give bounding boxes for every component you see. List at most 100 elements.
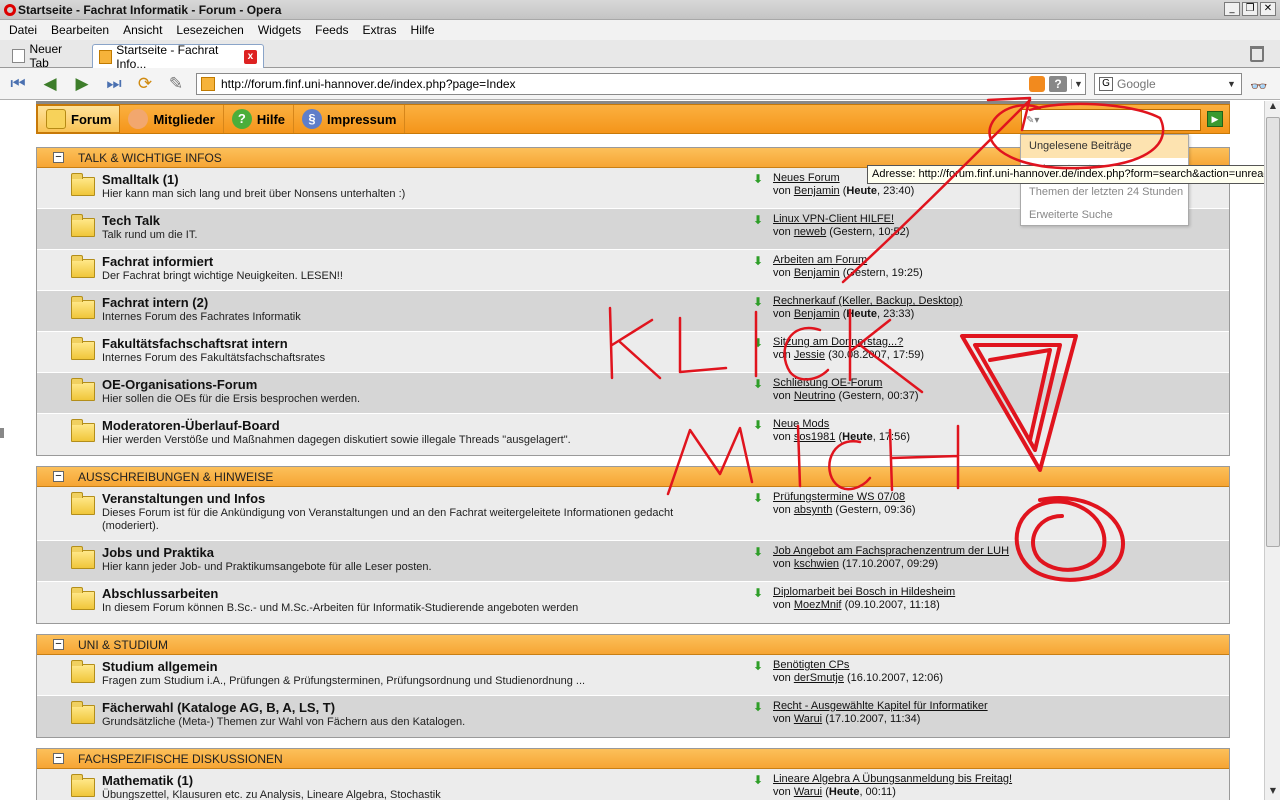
menu-ansicht[interactable]: Ansicht — [116, 23, 169, 37]
goto-last-post-icon[interactable]: ⬇ — [753, 255, 765, 267]
url-input[interactable] — [221, 77, 1029, 91]
last-post-link[interactable]: Recht - Ausgewählte Kapitel für Informat… — [773, 700, 988, 712]
author-link[interactable]: Warui — [794, 786, 822, 798]
minimize-button[interactable]: _ — [1224, 2, 1240, 16]
forum-search-input[interactable]: ✎▾ — [1021, 109, 1201, 131]
goto-last-post-icon[interactable]: ⬇ — [753, 546, 765, 558]
goto-last-post-icon[interactable]: ⬇ — [753, 492, 765, 504]
edit-icon[interactable]: ✎ — [166, 74, 186, 94]
menu-feeds[interactable]: Feeds — [308, 23, 355, 37]
menu-lesezeichen[interactable]: Lesezeichen — [169, 23, 250, 37]
nav-hilfe[interactable]: ? Hilfe — [224, 105, 295, 133]
rss-feed-icon[interactable] — [1029, 76, 1045, 92]
last-post-link[interactable]: Lineare Algebra A Übungsanmeldung bis Fr… — [773, 773, 1012, 785]
goto-last-post-icon[interactable]: ⬇ — [753, 337, 765, 349]
goto-last-post-icon[interactable]: ⬇ — [753, 774, 765, 786]
collapse-toggle-icon[interactable]: − — [53, 471, 64, 482]
author-link[interactable]: derSmutje — [794, 672, 844, 684]
dropdown-advanced-search[interactable]: Erweiterte Suche — [1021, 204, 1188, 227]
menu-widgets[interactable]: Widgets — [251, 23, 308, 37]
board-name-link[interactable]: Smalltalk (1) — [102, 172, 179, 187]
collapse-toggle-icon[interactable]: − — [53, 639, 64, 650]
author-link[interactable]: Benjamin — [794, 308, 840, 320]
board-name-link[interactable]: Fakultätsfachschaftsrat intern — [102, 336, 288, 351]
goto-last-post-icon[interactable]: ⬇ — [753, 296, 765, 308]
board-name-link[interactable]: Moderatoren-Überlauf-Board — [102, 418, 280, 433]
scroll-up-icon[interactable]: ▲ — [1265, 101, 1280, 115]
last-post-link[interactable]: Neue Mods — [773, 418, 829, 430]
close-tab-icon[interactable]: x — [243, 49, 257, 64]
back-icon[interactable]: ◀ — [40, 74, 60, 94]
nav-impressum[interactable]: § Impressum — [294, 105, 406, 133]
category-title[interactable]: UNI & STUDIUM — [78, 638, 168, 652]
last-post-link[interactable]: Linux VPN-Client HILFE! — [773, 213, 894, 225]
menu-bearbeiten[interactable]: Bearbeiten — [44, 23, 116, 37]
collapse-toggle-icon[interactable]: − — [53, 753, 64, 764]
category-title[interactable]: FACHSPEZIFISCHE DISKUSSIONEN — [78, 752, 283, 766]
category-title[interactable]: AUSSCHREIBUNGEN & HINWEISE — [78, 470, 273, 484]
search-input[interactable] — [1117, 77, 1227, 91]
last-post-link[interactable]: Rechnerkauf (Keller, Backup, Desktop) — [773, 295, 963, 307]
fast-forward-icon[interactable]: ⏭ — [104, 74, 124, 94]
menu-hilfe[interactable]: Hilfe — [404, 23, 442, 37]
vertical-scrollbar[interactable]: ▲ ▼ — [1264, 101, 1280, 800]
last-post-link[interactable]: Diplomarbeit bei Bosch in Hildesheim — [773, 586, 955, 598]
author-link[interactable]: neweb — [794, 226, 826, 238]
close-window-button[interactable]: ✕ — [1260, 2, 1276, 16]
author-link[interactable]: Benjamin — [794, 267, 840, 279]
scroll-down-icon[interactable]: ▼ — [1265, 786, 1280, 800]
last-post-link[interactable]: Job Angebot am Fachsprachenzentrum der L… — [773, 545, 1009, 557]
maximize-button[interactable]: ❐ — [1242, 2, 1258, 16]
last-post-link[interactable]: Schließung OE-Forum — [773, 377, 882, 389]
nav-mitglieder[interactable]: Mitglieder — [120, 105, 224, 133]
search-options-icon[interactable]: ✎▾ — [1026, 115, 1039, 126]
forward-icon[interactable]: ▶ — [72, 74, 92, 94]
goto-last-post-icon[interactable]: ⬇ — [753, 587, 765, 599]
last-post-link[interactable]: Arbeiten am Forum — [773, 254, 867, 266]
board-name-link[interactable]: Tech Talk — [102, 213, 160, 228]
rewind-icon[interactable]: ⏮ — [8, 74, 28, 94]
dropdown-last-24h[interactable]: Themen der letzten 24 Stunden — [1021, 181, 1188, 204]
search-box[interactable]: G ▼ — [1094, 73, 1242, 95]
menu-extras[interactable]: Extras — [356, 23, 404, 37]
board-name-link[interactable]: Fächerwahl (Kataloge AG, B, A, LS, T) — [102, 700, 335, 715]
zoom-glasses-icon[interactable]: 👓 — [1250, 78, 1267, 95]
goto-last-post-icon[interactable]: ⬇ — [753, 660, 765, 672]
reload-icon[interactable]: ⟳ — [135, 74, 155, 94]
dropdown-unread[interactable]: Ungelesene Beiträge — [1021, 135, 1188, 158]
last-post-link[interactable]: Neues Forum — [773, 172, 840, 184]
address-bar[interactable]: ? ▼ — [196, 73, 1086, 95]
chevron-down-icon[interactable]: ▼ — [1071, 79, 1085, 89]
author-link[interactable]: absynth — [794, 504, 833, 516]
forum-search-go-button[interactable]: ▶ — [1207, 111, 1223, 127]
last-post-link[interactable]: Prüfungstermine WS 07/08 — [773, 491, 905, 503]
search-engine-dropdown-icon[interactable]: ▼ — [1227, 79, 1236, 89]
author-link[interactable]: kschwien — [794, 558, 839, 570]
board-name-link[interactable]: Fachrat intern (2) — [102, 295, 208, 310]
author-link[interactable]: MoezMnif — [794, 599, 842, 611]
board-name-link[interactable]: Fachrat informiert — [102, 254, 213, 269]
goto-last-post-icon[interactable]: ⬇ — [753, 378, 765, 390]
board-name-link[interactable]: Veranstaltungen und Infos — [102, 491, 265, 506]
goto-last-post-icon[interactable]: ⬇ — [753, 419, 765, 431]
last-post-link[interactable]: Benötigten CPs — [773, 659, 849, 671]
last-post-link[interactable]: Sitzung am Donnerstag...? — [773, 336, 903, 348]
trash-icon[interactable] — [1250, 46, 1264, 62]
goto-last-post-icon[interactable]: ⬇ — [753, 701, 765, 713]
tab-active[interactable]: Startseite - Fachrat Info... x — [92, 43, 264, 71]
board-name-link[interactable]: Studium allgemein — [102, 659, 218, 674]
menu-datei[interactable]: Datei — [2, 23, 44, 37]
collapse-toggle-icon[interactable]: − — [53, 152, 64, 163]
goto-last-post-icon[interactable]: ⬇ — [753, 173, 765, 185]
board-name-link[interactable]: Mathematik (1) — [102, 773, 193, 788]
author-link[interactable]: sos1981 — [794, 431, 836, 443]
author-link[interactable]: Warui — [794, 713, 822, 725]
author-link[interactable]: Jessie — [794, 349, 825, 361]
board-name-link[interactable]: OE-Organisations-Forum — [102, 377, 257, 392]
author-link[interactable]: Benjamin — [794, 185, 840, 197]
category-title[interactable]: TALK & WICHTIGE INFOS — [78, 151, 222, 165]
goto-last-post-icon[interactable]: ⬇ — [753, 214, 765, 226]
site-info-icon[interactable]: ? — [1049, 76, 1067, 92]
board-name-link[interactable]: Abschlussarbeiten — [102, 586, 218, 601]
board-name-link[interactable]: Jobs und Praktika — [102, 545, 214, 560]
